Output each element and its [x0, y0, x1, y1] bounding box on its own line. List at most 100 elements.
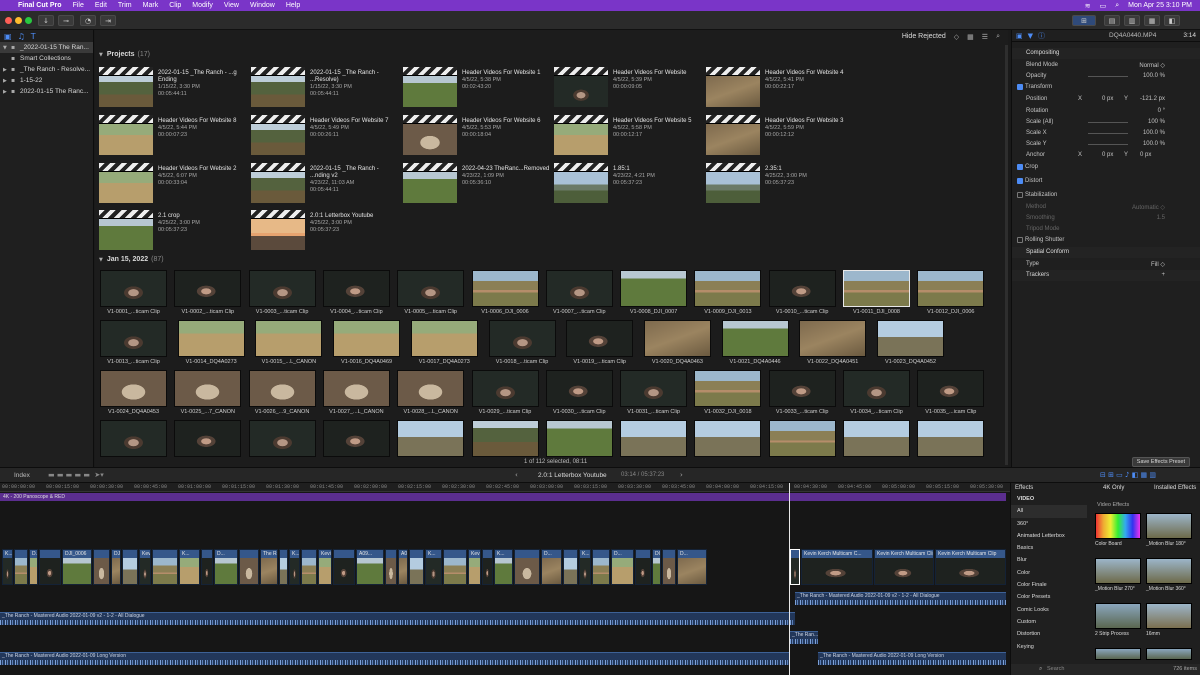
clip-item[interactable]: V1-0026_...9_CANON — [248, 370, 316, 417]
enable-checkbox[interactable] — [1017, 237, 1023, 244]
effect-category[interactable]: All — [1011, 505, 1087, 518]
clip-item[interactable]: V1-0024_DQ4A0453 — [100, 370, 167, 417]
inspector-row[interactable]: Stabilization — [1012, 190, 1200, 201]
storyline-clip[interactable]: D... — [611, 549, 634, 585]
storyline-clip[interactable] — [563, 549, 578, 585]
effect-category[interactable]: Blur — [1011, 554, 1087, 566]
timeline-ruler[interactable]: 00:00:00:00 00:00:15:00 00:00:30:00 00:00:4… — [0, 483, 1010, 492]
param-slider[interactable] — [1088, 144, 1128, 146]
storyline-clip[interactable]: K... — [289, 549, 300, 585]
storyline-clip[interactable]: The Ran... — [260, 549, 278, 585]
library-item[interactable]: ▶ ▪ 2022-01-15 The Ranc... — [0, 86, 93, 97]
clip-item[interactable]: V1-0011_DJI_0008 — [843, 270, 910, 317]
param-value[interactable]: 100 % — [1148, 119, 1165, 125]
effect-thumbnail[interactable] — [1146, 558, 1192, 584]
edit-tools[interactable]: ▬ ▬ ▬ ▬ ▬ ➤▾ — [48, 471, 104, 479]
inspector-row[interactable]: Crop — [1012, 162, 1200, 173]
storyline-clip[interactable]: K... — [425, 549, 442, 585]
storyline-clip[interactable] — [201, 549, 213, 585]
save-effects-preset-button[interactable]: Save Effects Preset — [1131, 457, 1190, 467]
clip-item[interactable]: V1-0035_...icam Clip — [917, 370, 985, 417]
storyline-clip[interactable] — [385, 549, 397, 585]
workspace-icon[interactable]: ⊞ — [1072, 15, 1096, 26]
storyline-clip[interactable]: Kevin... — [468, 549, 481, 585]
project-thumbnail[interactable] — [251, 115, 305, 155]
storyline-clip[interactable] — [482, 549, 493, 585]
project-item[interactable]: Header Videos For Website 5 4/5/22, 5:58 … — [554, 115, 704, 159]
project-thumbnail[interactable] — [99, 210, 153, 250]
param-value[interactable]: Fill ◇ — [1151, 261, 1165, 268]
clip-item[interactable]: V1-0018_...ticam Clip — [488, 320, 556, 367]
clip-item[interactable] — [917, 420, 985, 467]
project-thumbnail[interactable] — [99, 67, 153, 107]
adjustment-layer-clip[interactable]: 4K - 200 Panoscope & RED — [0, 493, 1006, 501]
color-inspector-icon[interactable]: ▼ — [1028, 32, 1033, 40]
storyline-clip[interactable]: Kevin Kerch Multicam Clip — [935, 549, 1006, 585]
storyline-clip[interactable] — [279, 549, 288, 585]
filter-popup[interactable]: Hide Rejected — [902, 33, 946, 40]
param-value[interactable]: 100.0 % — [1143, 73, 1165, 79]
storyline-clip[interactable]: Kev... — [139, 549, 151, 585]
clip-item[interactable]: V1-0017_DQ4A0273 — [410, 320, 478, 367]
storyline-clip[interactable] — [790, 549, 800, 585]
x-value[interactable]: 0 px — [1102, 96, 1113, 102]
param-value[interactable]: 100.0 % — [1143, 141, 1165, 147]
zoom-window-button[interactable] — [25, 17, 32, 24]
clip-item[interactable]: V1-0022_DQ4A0451 — [799, 320, 867, 367]
timeline-view-icons[interactable]: ⊟ ⊞ ▭ ♪ ◧ ▦ ▥ — [1100, 471, 1156, 479]
project-item[interactable]: 2022-01-15 _The Ranch - ...nding v2 4/23/… — [251, 163, 401, 207]
inspector-row[interactable]: Scale X 100.0 % — [1012, 128, 1200, 139]
library-tab-icon[interactable]: ▣ — [4, 32, 12, 41]
project-thumbnail[interactable] — [99, 163, 153, 203]
storyline-clip[interactable]: D... — [541, 549, 562, 585]
storyline-clip[interactable] — [409, 549, 424, 585]
effects-search-input[interactable]: Search — [1047, 666, 1064, 672]
clip-item[interactable] — [620, 420, 688, 467]
effect-thumbnail[interactable] — [1095, 558, 1141, 584]
inspector-row[interactable]: Method Automatic ◇ — [1012, 202, 1200, 213]
menu-modify[interactable]: Modify — [192, 2, 213, 9]
storyline-clip[interactable]: Kevi... — [318, 549, 332, 585]
clip-item[interactable]: V1-0001_...ticam Clip — [100, 270, 167, 317]
project-item[interactable]: 2.35:1 4/25/22, 3:00 PM 00:05:37:23 — [706, 163, 856, 207]
storyline-clip[interactable]: D... — [29, 549, 38, 585]
browser-scrollbar[interactable] — [1005, 45, 1008, 465]
effect-thumbnail[interactable] — [1095, 648, 1141, 660]
import-icon[interactable]: ↓ — [38, 15, 54, 26]
clip-item[interactable]: V1-0030_...ticam Clip — [545, 370, 613, 417]
storyline-clip[interactable]: Kevin Kerch Multicam Clip — [874, 549, 934, 585]
clip-appearance-icon[interactable]: ◇ — [954, 33, 959, 41]
param-slider[interactable] — [1088, 76, 1128, 78]
menu-view[interactable]: View — [224, 2, 239, 9]
project-thumbnail[interactable] — [706, 115, 760, 155]
clip-item[interactable] — [397, 420, 465, 467]
project-item[interactable]: 2022-01-15 _The Ranch - ...Resolve) 1/15/… — [251, 67, 401, 111]
menu-final-cut-pro[interactable]: Final Cut Pro — [18, 2, 62, 9]
project-item[interactable]: Header Videos For Website 8 4/5/22, 5:44 … — [99, 115, 249, 159]
storyline-clip[interactable] — [592, 549, 610, 585]
enable-checkbox[interactable] — [1017, 163, 1023, 170]
effect-category[interactable]: Keying — [1011, 641, 1087, 653]
enable-checkbox[interactable] — [1017, 191, 1023, 198]
4k-only-filter[interactable]: 4K Only — [1103, 485, 1124, 491]
storyline-clip[interactable] — [443, 549, 467, 585]
close-window-button[interactable] — [5, 17, 12, 24]
inspector-row[interactable]: Opacity 100.0 % — [1012, 71, 1200, 82]
storyline-clip[interactable] — [301, 549, 317, 585]
project-item[interactable]: Header Videos For Website 3 4/5/22, 5:59 … — [706, 115, 856, 159]
background-tasks-icon[interactable]: ◔ — [80, 15, 96, 26]
clip-item[interactable]: V1-0007_...ticam Clip — [545, 270, 613, 317]
clip-item[interactable]: V1-0032_DJI_0018 — [694, 370, 762, 417]
inspector-row[interactable]: Distort — [1012, 176, 1200, 187]
effect-thumbnail[interactable] — [1095, 603, 1141, 629]
clip-item[interactable]: V1-0033_...ticam Clip — [768, 370, 836, 417]
project-item[interactable]: Header Videos For Website 6 4/5/22, 5:53 … — [403, 115, 553, 159]
effect-category[interactable]: Custom — [1011, 616, 1087, 628]
project-item[interactable]: 2.0:1 Letterbox Youtube 4/25/22, 3:00 PM 0… — [251, 210, 401, 254]
project-thumbnail[interactable] — [554, 163, 608, 203]
storyline-clip[interactable]: DJI_... — [111, 549, 121, 585]
share-icon[interactable]: ⇥ — [100, 15, 116, 26]
clip-item[interactable] — [843, 420, 910, 467]
clip-item[interactable]: V1-0029_...ticam Clip — [471, 370, 539, 417]
storyline-clip[interactable]: Kevin Kerch Multicam C... — [801, 549, 873, 585]
